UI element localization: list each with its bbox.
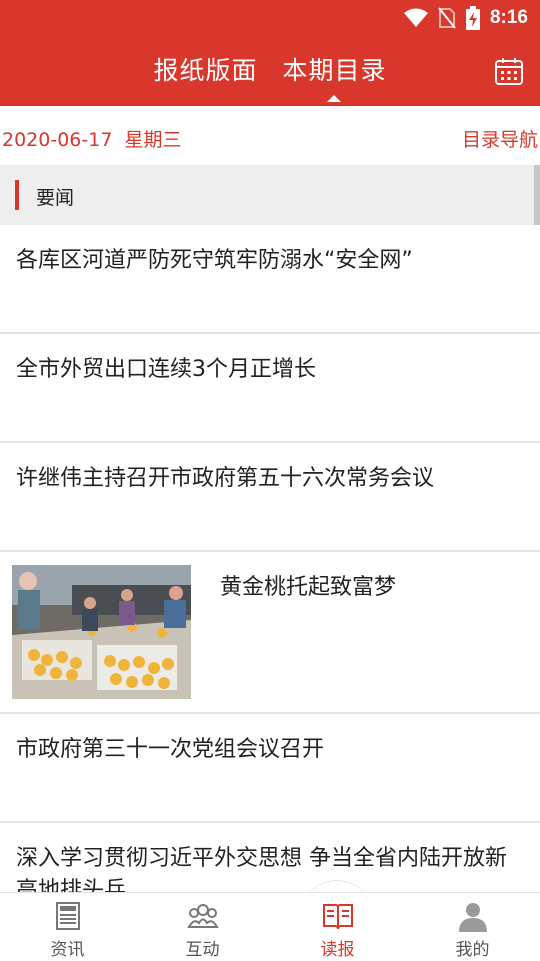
- nav-item-news[interactable]: 资讯: [0, 893, 135, 961]
- nav-item-profile[interactable]: 我的: [405, 893, 540, 961]
- article-title: 许继伟主持召开市政府第五十六次常务会议: [16, 466, 435, 491]
- header: 报纸版面 本期目录: [0, 36, 540, 106]
- bottom-nav: 资讯 互动 读报 我的: [0, 892, 540, 961]
- book-icon: [322, 904, 353, 930]
- battery-charging-icon: [465, 6, 480, 30]
- nav-label: 读报: [320, 940, 355, 960]
- nav-label: 我的: [455, 940, 490, 960]
- tab-newspaper-layout[interactable]: 报纸版面: [154, 51, 258, 87]
- group-icon: [186, 904, 219, 928]
- nav-label: 互动: [185, 940, 220, 960]
- tab-current-issue-toc[interactable]: 本期目录: [282, 51, 386, 87]
- section-title: 要闻: [36, 187, 75, 209]
- nav-label: 资讯: [50, 940, 85, 960]
- status-time: 8:16: [489, 7, 528, 28]
- user-icon: [458, 903, 487, 932]
- status-icons: 8:16: [403, 6, 528, 30]
- peach-harvest-photo: [12, 565, 191, 699]
- no-sim-icon: [438, 7, 456, 29]
- article-thumbnail: [12, 565, 191, 699]
- wifi-icon: [403, 8, 428, 27]
- article-item[interactable]: 黄金桃托起致富梦: [0, 552, 540, 714]
- article-item[interactable]: 市政府第三十一次党组会议召开: [0, 714, 540, 823]
- toc-navigation-link[interactable]: 目录导航: [462, 125, 538, 152]
- nav-item-interact[interactable]: 互动: [135, 893, 270, 961]
- calendar-icon[interactable]: [494, 56, 524, 86]
- nav-item-read-paper[interactable]: 读报: [270, 893, 405, 961]
- status-bar: 8:16: [0, 0, 540, 36]
- date-bar: 2020-06-17 星期三 目录导航: [0, 106, 540, 164]
- article-item[interactable]: 许继伟主持召开市政府第五十六次常务会议: [0, 443, 540, 552]
- section-header: 要闻: [0, 165, 540, 225]
- article-title: 各库区河道严防死守筑牢防溺水“安全网”: [16, 248, 413, 273]
- article-item[interactable]: 各库区河道严防死守筑牢防溺水“安全网”: [0, 225, 540, 334]
- article-title: 黄金桃托起致富梦: [220, 575, 397, 600]
- section-marker: [15, 180, 19, 210]
- article-title: 全市外贸出口连续3个月正增长: [16, 357, 316, 382]
- article-item[interactable]: 全市外贸出口连续3个月正增长: [0, 334, 540, 443]
- header-tabs: 报纸版面 本期目录: [0, 51, 540, 87]
- newspaper-icon: [55, 902, 80, 930]
- issue-date: 2020-06-17 星期三: [2, 129, 182, 151]
- article-title: 市政府第三十一次党组会议召开: [16, 737, 325, 762]
